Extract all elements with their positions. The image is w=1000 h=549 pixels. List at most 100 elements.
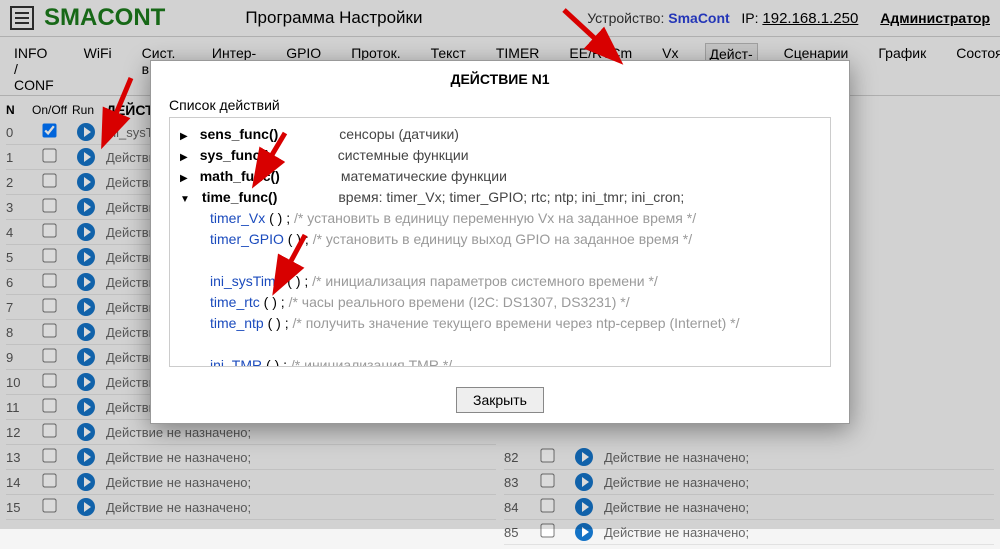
play-icon[interactable] [77, 423, 95, 441]
close-button[interactable]: Закрыть [456, 387, 544, 413]
row-action-text[interactable]: Действие не назначено; [604, 525, 994, 540]
row-run[interactable] [72, 198, 100, 216]
row-action-text[interactable]: Действие не назначено; [604, 500, 994, 515]
row-run[interactable] [72, 323, 100, 341]
row-run[interactable] [72, 423, 100, 441]
row-onoff[interactable] [32, 224, 66, 240]
row-run[interactable] [72, 148, 100, 166]
row-run[interactable] [72, 348, 100, 366]
row-onoff[interactable] [32, 274, 66, 290]
play-icon[interactable] [77, 373, 95, 391]
row-onoff[interactable] [32, 449, 66, 465]
onoff-checkbox[interactable] [540, 474, 554, 488]
row-run[interactable] [72, 248, 100, 266]
onoff-checkbox[interactable] [540, 524, 554, 538]
row-onoff[interactable] [32, 299, 66, 315]
code-line[interactable]: timer_Vx ( ) ; /* установить в единицу п… [180, 208, 820, 229]
play-icon[interactable] [575, 473, 593, 491]
play-icon[interactable] [77, 148, 95, 166]
row-action-text[interactable]: Действие не назначено; [604, 450, 994, 465]
row-onoff[interactable] [32, 249, 66, 265]
row-action-text[interactable]: Действие не назначено; [106, 500, 496, 515]
row-run[interactable] [72, 273, 100, 291]
row-onoff[interactable] [32, 124, 66, 140]
row-onoff[interactable] [32, 349, 66, 365]
play-icon[interactable] [575, 523, 593, 541]
play-icon[interactable] [77, 398, 95, 416]
row-run[interactable] [72, 498, 100, 516]
row-onoff[interactable] [32, 374, 66, 390]
row-onoff[interactable] [32, 424, 66, 440]
row-onoff[interactable] [32, 474, 66, 490]
row-onoff[interactable] [32, 174, 66, 190]
play-icon[interactable] [77, 173, 95, 191]
onoff-checkbox[interactable] [42, 224, 56, 238]
row-run[interactable] [72, 173, 100, 191]
onoff-checkbox[interactable] [42, 199, 56, 213]
row-action-text[interactable]: Действие не назначено; [106, 450, 496, 465]
row-index: 6 [6, 275, 26, 290]
tab-12[interactable]: График [874, 43, 930, 95]
row-run[interactable] [570, 523, 598, 541]
row-run[interactable] [72, 448, 100, 466]
row-onoff[interactable] [32, 399, 66, 415]
onoff-checkbox[interactable] [540, 449, 554, 463]
code-line[interactable]: ini_TMR ( ) ; /* инициализация TMR */ [180, 355, 820, 367]
play-icon[interactable] [77, 248, 95, 266]
onoff-checkbox[interactable] [42, 149, 56, 163]
row-onoff[interactable] [32, 499, 66, 515]
row-run[interactable] [570, 473, 598, 491]
onoff-checkbox[interactable] [42, 499, 56, 513]
row-action-text[interactable]: Действие не назначено; [604, 475, 994, 490]
hamburger-menu-icon[interactable] [10, 6, 34, 30]
onoff-checkbox[interactable] [42, 249, 56, 263]
row-onoff[interactable] [32, 149, 66, 165]
row-run[interactable] [72, 473, 100, 491]
row-onoff[interactable] [530, 474, 564, 490]
row-onoff[interactable] [32, 324, 66, 340]
play-icon[interactable] [77, 348, 95, 366]
play-icon[interactable] [77, 198, 95, 216]
play-icon[interactable] [77, 498, 95, 516]
row-action-text[interactable]: Действие не назначено; [106, 425, 496, 440]
onoff-checkbox[interactable] [42, 274, 56, 288]
onoff-checkbox[interactable] [42, 374, 56, 388]
row-run[interactable] [72, 123, 100, 141]
tab-13[interactable]: Состояние [952, 43, 1000, 95]
onoff-checkbox[interactable] [42, 349, 56, 363]
table-row: 82Действие не назначено; [504, 445, 994, 470]
play-icon[interactable] [77, 473, 95, 491]
row-run[interactable] [72, 398, 100, 416]
ip-link[interactable]: 192.168.1.250 [762, 10, 858, 27]
play-icon[interactable] [77, 298, 95, 316]
row-onoff[interactable] [32, 199, 66, 215]
row-run[interactable] [570, 498, 598, 516]
row-onoff[interactable] [530, 499, 564, 515]
row-action-text[interactable]: Действие не назначено; [106, 475, 496, 490]
onoff-checkbox[interactable] [42, 449, 56, 463]
play-icon[interactable] [77, 223, 95, 241]
play-icon[interactable] [575, 448, 593, 466]
row-run[interactable] [72, 298, 100, 316]
onoff-checkbox[interactable] [42, 299, 56, 313]
row-onoff[interactable] [530, 524, 564, 540]
code-line[interactable]: time_ntp ( ) ; /* получить значение теку… [180, 313, 820, 334]
tab-0[interactable]: INFO / CONF [10, 43, 58, 95]
onoff-checkbox[interactable] [540, 499, 554, 513]
row-run[interactable] [570, 448, 598, 466]
play-icon[interactable] [77, 323, 95, 341]
admin-link[interactable]: Администратор [880, 10, 990, 26]
play-icon[interactable] [77, 448, 95, 466]
play-icon[interactable] [77, 123, 95, 141]
onoff-checkbox[interactable] [42, 474, 56, 488]
play-icon[interactable] [77, 273, 95, 291]
onoff-checkbox[interactable] [42, 124, 56, 138]
row-onoff[interactable] [530, 449, 564, 465]
row-run[interactable] [72, 223, 100, 241]
onoff-checkbox[interactable] [42, 174, 56, 188]
onoff-checkbox[interactable] [42, 399, 56, 413]
onoff-checkbox[interactable] [42, 424, 56, 438]
row-run[interactable] [72, 373, 100, 391]
onoff-checkbox[interactable] [42, 324, 56, 338]
play-icon[interactable] [575, 498, 593, 516]
